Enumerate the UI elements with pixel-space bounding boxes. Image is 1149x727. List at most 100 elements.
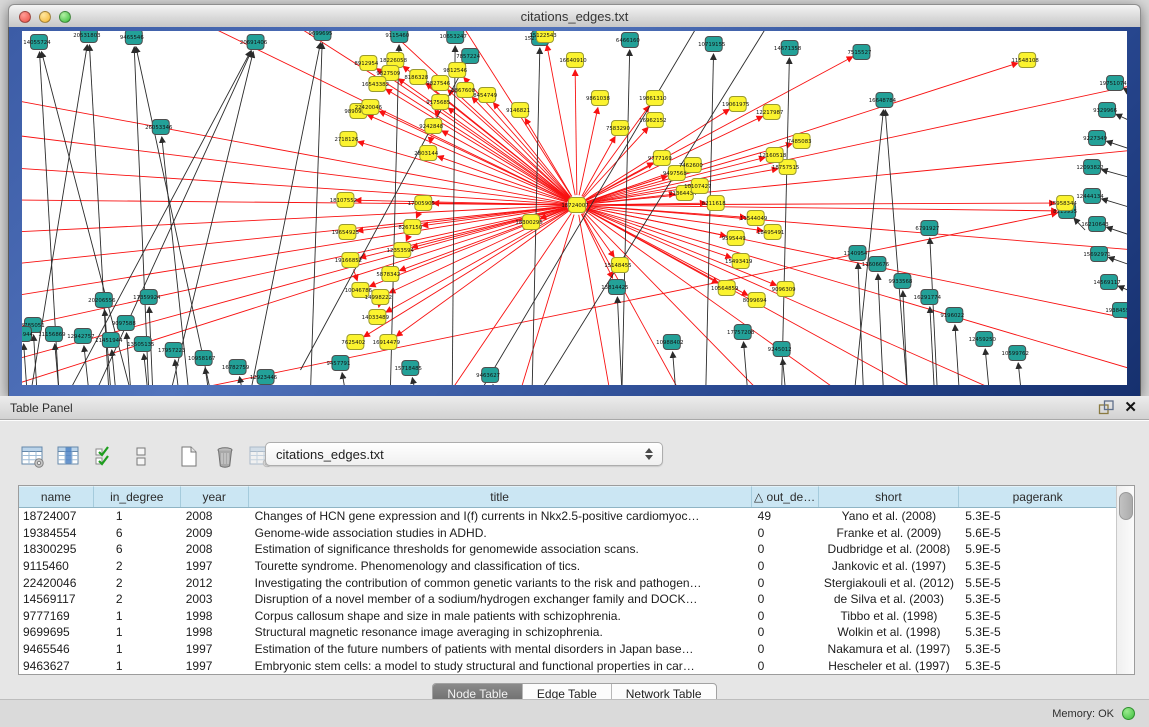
network-node[interactable]: 14569117 [1093,275,1120,290]
network-edge[interactable] [587,206,1127,250]
network-node[interactable]: 5878342 [376,267,400,282]
new-column-icon[interactable] [174,442,204,472]
network-node[interactable]: 10988402 [656,335,683,350]
network-node[interactable]: 18107552 [330,193,357,208]
network-node[interactable]: 9827546 [426,76,450,91]
network-node[interactable]: 9457791 [326,356,350,371]
network-edge[interactable] [878,274,884,385]
network-node[interactable]: 14671358 [774,41,802,56]
network-node[interactable]: 9196022 [940,308,964,323]
network-node[interactable]: 11544049 [740,211,768,226]
network-node[interactable]: 16640910 [559,53,587,68]
network-node[interactable]: 16543382 [362,77,389,92]
network-edge[interactable] [22,206,567,264]
network-edge[interactable] [240,377,243,385]
network-edge[interactable] [575,70,577,195]
column-header-out_degree[interactable]: △ out_de… [752,486,819,507]
network-node[interactable]: 20531803 [73,31,100,43]
network-node[interactable]: 12459250 [969,332,997,347]
network-node[interactable]: 10719155 [698,37,725,52]
network-edge[interactable] [22,200,567,205]
network-node[interactable]: 15718485 [395,361,422,376]
network-edge[interactable] [452,46,455,385]
network-edge[interactable] [587,85,1127,203]
network-edge[interactable] [617,297,622,385]
network-node[interactable]: 10958167 [188,351,215,366]
network-edge[interactable] [955,325,959,385]
network-edge[interactable] [622,50,630,385]
network-node[interactable]: 16210643 [1081,217,1108,232]
network-edge[interactable] [342,373,345,385]
network-edge[interactable] [1107,227,1127,238]
network-node[interactable]: 19384554 [1105,303,1127,318]
network-node[interactable]: 19166852 [335,253,362,268]
network-node[interactable]: 16914479 [373,335,401,350]
network-edge[interactable] [1116,114,1127,125]
column-header-short[interactable]: short [819,486,960,507]
network-node[interactable]: 8454749 [473,88,497,103]
network-node[interactable]: 6791927 [915,221,939,236]
network-node[interactable]: 9146821 [506,103,530,118]
network-edge[interactable] [706,54,714,385]
network-edge[interactable] [587,205,1057,211]
network-node[interactable]: 9699695 [308,31,332,41]
network-node[interactable]: 10653247 [440,31,467,44]
network-node[interactable]: 15692971 [1083,247,1110,262]
column-header-pagerank[interactable]: pagerank [959,486,1116,507]
network-node[interactable]: 10599762 [1002,346,1029,361]
table-selector-dropdown[interactable]: citations_edges.txt [265,442,663,466]
network-node[interactable]: 12444134 [1076,189,1104,204]
select-column-icon[interactable] [54,442,84,472]
network-edge[interactable] [390,45,399,385]
network-node[interactable]: 16648784 [869,93,897,108]
network-edge[interactable] [1102,170,1127,180]
network-node[interactable]: 8267150 [398,220,422,235]
column-header-in_degree[interactable]: in_degree [94,486,181,507]
network-node[interactable]: 16782759 [222,360,250,375]
table-row[interactable]: 946554611997Estimation of the future num… [19,641,1116,658]
network-edge[interactable] [783,359,786,385]
network-node[interactable]: 19751074 [1099,76,1127,91]
network-node[interactable]: 9097588 [112,316,136,331]
network-node[interactable]: 20691406 [240,35,268,50]
network-node[interactable]: 13814425 [601,280,628,295]
table-vscrollbar[interactable] [1116,486,1134,674]
network-node[interactable]: 17005905 [408,196,435,211]
table-row[interactable]: 946362711997Embryonic stem cells: a mode… [19,657,1116,674]
table-row[interactable]: 977716911998Corpus callosum shape and si… [19,608,1116,625]
network-node[interactable]: 9595449 [722,231,746,246]
column-header-title[interactable]: title [249,486,752,507]
network-node[interactable]: 16962152 [639,113,666,128]
network-node[interactable]: 9227349 [1083,131,1107,146]
network-node[interactable]: 13505135 [127,337,154,352]
network-node[interactable]: 9096309 [772,282,796,297]
network-node[interactable]: 8186328 [404,70,428,85]
network-node[interactable]: 9242848 [419,119,443,134]
table-mode-icon[interactable] [18,442,48,472]
network-node[interactable]: 9861038 [586,91,610,106]
network-node[interactable]: 9175685 [426,95,450,110]
network-node[interactable]: 14055724 [23,35,51,50]
network-edge[interactable] [22,135,567,204]
network-node[interactable]: 19061975 [722,97,749,112]
network-edge[interactable] [1018,363,1021,385]
network-node[interactable]: 17757208 [727,325,755,340]
network-node[interactable]: 16291774 [914,290,942,305]
network-node[interactable]: 11548108 [1012,53,1040,68]
network-node[interactable]: 19654925 [332,225,359,240]
network-edge[interactable] [985,349,989,385]
column-header-name[interactable]: name [19,486,94,507]
table-row[interactable]: 1830029562008Estimation of significance … [19,541,1116,558]
network-node[interactable]: 7857224 [456,49,480,64]
network-node[interactable]: 19861310 [639,91,667,106]
network-node[interactable]: 9463627 [476,368,500,383]
network-edge[interactable] [1123,88,1127,98]
network-edge[interactable] [22,205,567,232]
network-node[interactable]: 9115460 [385,31,409,43]
network-node[interactable]: 12093822 [1076,160,1103,175]
column-header-year[interactable]: year [181,486,249,507]
network-node[interactable]: 9933568 [888,274,912,289]
table-row[interactable]: 1872400712008Changes of HCN gene express… [19,508,1116,525]
network-node[interactable]: 7583290 [606,121,630,136]
network-node[interactable]: 1140954 [844,246,868,261]
